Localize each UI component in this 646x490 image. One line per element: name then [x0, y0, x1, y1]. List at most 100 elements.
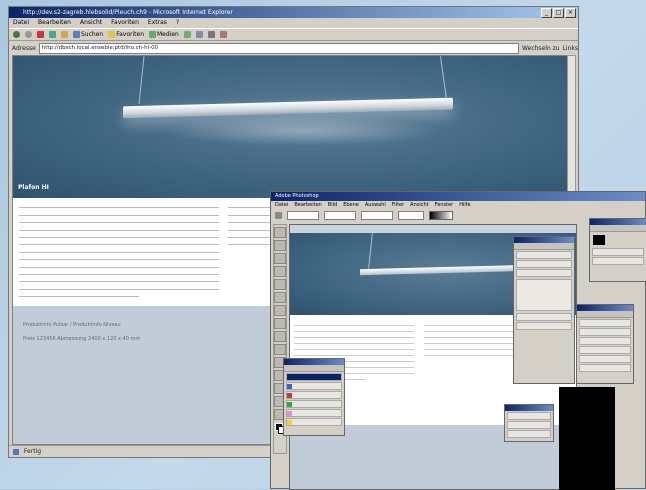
menu-file[interactable]: Datei: [13, 18, 29, 28]
gradient-swatch[interactable]: [429, 210, 453, 220]
palette-tabs[interactable]: [590, 225, 646, 232]
editor-window: Adobe Photoshop Datei Bearbeiten Bild Eb…: [270, 191, 646, 490]
palette-row[interactable]: [507, 412, 551, 420]
favorites-button[interactable]: Favoriten: [108, 31, 144, 38]
palette-row[interactable]: [516, 313, 572, 321]
home-button[interactable]: [61, 31, 68, 38]
option-field-3[interactable]: [361, 210, 393, 220]
body-text-left: [19, 202, 219, 298]
palette-row[interactable]: [579, 337, 631, 345]
editor-titlebar: Adobe Photoshop: [271, 192, 645, 201]
eraser-tool[interactable]: [274, 331, 286, 342]
palette-tabs[interactable]: [514, 243, 574, 250]
menu-help[interactable]: ?: [176, 18, 179, 28]
edit-icon: [219, 31, 227, 38]
lasso-tool[interactable]: [274, 253, 286, 264]
forward-arrow-icon: [25, 31, 32, 38]
minimize-button[interactable]: _: [541, 8, 552, 18]
menu-favorites[interactable]: Favoriten: [111, 18, 139, 28]
menu-edit[interactable]: Bearbeiten: [38, 18, 71, 28]
ps-menu-edit[interactable]: Bearbeiten: [294, 201, 321, 209]
stop-button[interactable]: [37, 31, 44, 38]
ps-menu-filter[interactable]: Filter: [392, 201, 404, 209]
crop-tool[interactable]: [274, 279, 286, 290]
palette-row[interactable]: [592, 257, 644, 265]
links-label[interactable]: Links: [563, 45, 578, 52]
edit-button[interactable]: [219, 31, 227, 38]
media-icon: [149, 31, 156, 38]
print-icon: [207, 31, 215, 38]
ps-menu-file[interactable]: Datei: [275, 201, 288, 209]
gradient-tool[interactable]: [274, 344, 286, 355]
mail-icon: [195, 31, 203, 38]
stamp-tool[interactable]: [274, 318, 286, 329]
search-button[interactable]: Suchen: [73, 31, 103, 38]
tool-preset-icon[interactable]: [275, 211, 282, 219]
layer-row[interactable]: [286, 418, 342, 426]
mail-button[interactable]: [195, 31, 203, 38]
color-palette[interactable]: [589, 218, 646, 282]
palette-row[interactable]: [579, 346, 631, 354]
menu-view[interactable]: Ansicht: [80, 18, 102, 28]
palette-row[interactable]: [516, 322, 572, 330]
layer-thumbnail: [287, 420, 292, 425]
menubar: Datei Bearbeiten Ansicht Favoriten Extra…: [9, 18, 578, 28]
layer-row[interactable]: [286, 400, 342, 408]
media-button[interactable]: Medien: [149, 31, 179, 38]
info-palette[interactable]: [576, 304, 634, 384]
palette-titlebar: [505, 405, 553, 411]
palette-row[interactable]: [516, 251, 572, 259]
palette-row[interactable]: [516, 260, 572, 268]
back-button[interactable]: [13, 31, 20, 38]
brush-tool[interactable]: [274, 305, 286, 316]
close-button[interactable]: ×: [565, 8, 576, 18]
document-lamp: [360, 264, 530, 276]
media-label: Medien: [157, 31, 179, 38]
palette-row[interactable]: [507, 421, 551, 429]
option-field-1[interactable]: [287, 210, 319, 220]
palette-tabs[interactable]: [284, 365, 344, 372]
menu-tools[interactable]: Extras: [148, 18, 167, 28]
refresh-button[interactable]: [49, 31, 56, 38]
color-chip[interactable]: [593, 235, 605, 245]
layer-row-selected[interactable]: [286, 373, 342, 381]
layer-row[interactable]: [286, 409, 342, 417]
option-field-4[interactable]: [398, 210, 424, 220]
address-input[interactable]: http://dbsch.local.enseble.ptd/iho.ch-hl…: [38, 42, 520, 54]
palette-row[interactable]: [507, 430, 551, 438]
palette-row[interactable]: [516, 269, 572, 277]
go-button[interactable]: Wechseln zu: [522, 45, 560, 52]
refresh-icon: [49, 31, 56, 38]
ps-menu-select[interactable]: Auswahl: [365, 201, 386, 209]
wand-tool[interactable]: [274, 266, 286, 277]
move-tool[interactable]: [274, 240, 286, 251]
layer-row[interactable]: [286, 382, 342, 390]
palette-row[interactable]: [579, 364, 631, 372]
layers-palette[interactable]: [283, 358, 345, 436]
print-button[interactable]: [207, 31, 215, 38]
palette-tabs[interactable]: [577, 311, 633, 318]
browser-toolbar: Suchen Favoriten Medien: [9, 28, 578, 41]
ps-menu-image[interactable]: Bild: [328, 201, 337, 209]
styles-palette[interactable]: [504, 404, 554, 442]
maximize-button[interactable]: □: [553, 8, 564, 18]
star-icon: [108, 31, 116, 38]
ps-menu-help[interactable]: Hilfe: [459, 201, 470, 209]
palette-row[interactable]: [579, 319, 631, 327]
marquee-tool[interactable]: [274, 227, 286, 238]
palette-row[interactable]: [579, 355, 631, 363]
layer-row[interactable]: [286, 391, 342, 399]
option-field-2[interactable]: [324, 210, 356, 220]
forward-button[interactable]: [25, 31, 32, 38]
ps-menu-window[interactable]: Fenster: [435, 201, 454, 209]
slice-tool[interactable]: [274, 292, 286, 303]
palette-row[interactable]: [579, 328, 631, 336]
palette-row[interactable]: [592, 248, 644, 256]
browser-titlebar: http://dev.s2-zagreb.hlebsolid/Pleuch.ch…: [9, 7, 578, 18]
product-info-line: Preis 123456 Abmessung 2400 x 120 x 40 m…: [23, 336, 141, 342]
address-label: Adresse: [12, 44, 36, 52]
ps-menu-layer[interactable]: Ebene: [343, 201, 359, 209]
navigator-palette[interactable]: [513, 236, 575, 384]
history-button[interactable]: [183, 31, 191, 38]
ps-menu-view[interactable]: Ansicht: [410, 201, 428, 209]
